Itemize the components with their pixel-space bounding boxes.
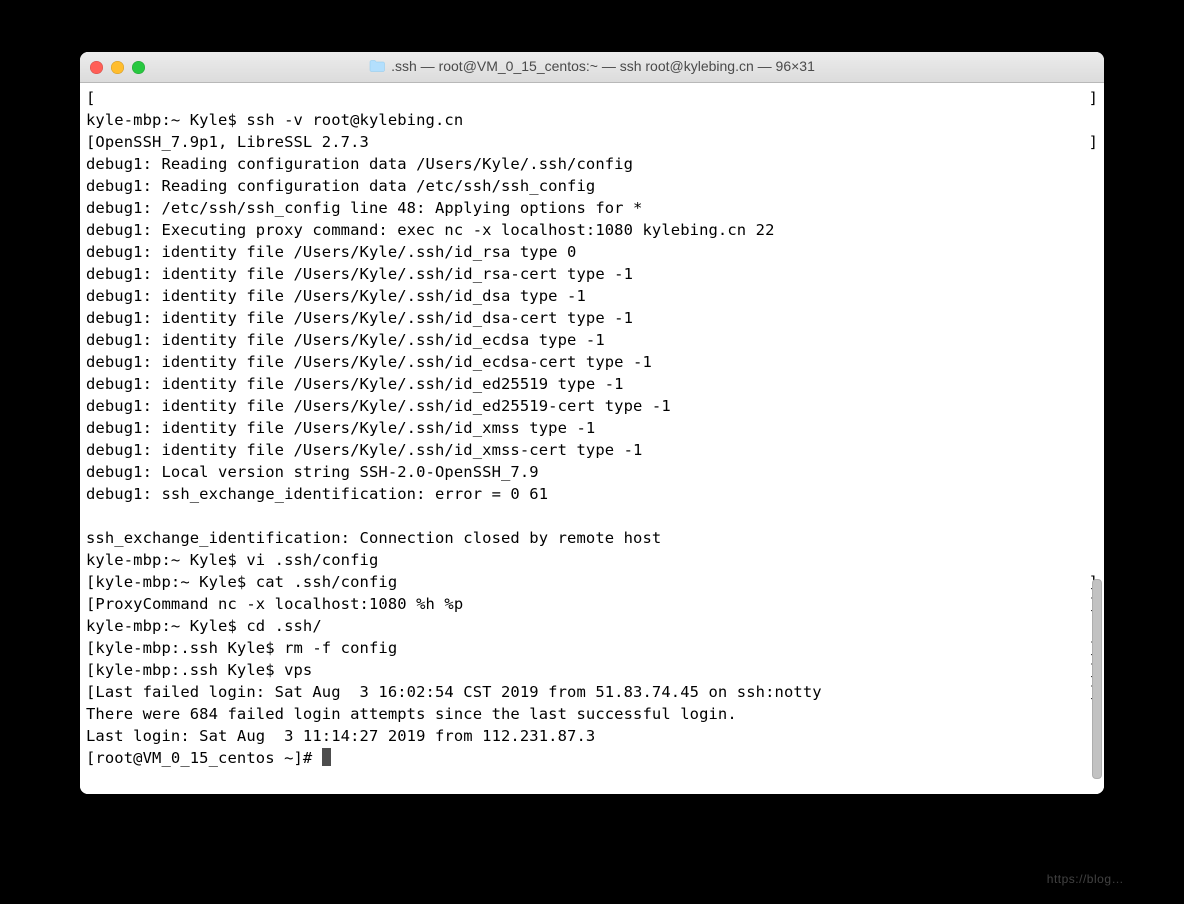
terminal-line: debug1: identity file /Users/Kyle/.ssh/i… bbox=[86, 395, 1098, 417]
terminal-line: [kyle-mbp:~ Kyle$ cat .ssh/config] bbox=[86, 571, 1098, 593]
folder-icon bbox=[369, 60, 385, 72]
terminal-line: Last login: Sat Aug 3 11:14:27 2019 from… bbox=[86, 725, 1098, 747]
terminal-line: debug1: identity file /Users/Kyle/.ssh/i… bbox=[86, 373, 1098, 395]
terminal-line: kyle-mbp:~ Kyle$ ssh -v root@kylebing.cn bbox=[86, 109, 1098, 131]
terminal-line: [Last failed login: Sat Aug 3 16:02:54 C… bbox=[86, 681, 1098, 703]
terminal-line: kyle-mbp:~ Kyle$ cd .ssh/ bbox=[86, 615, 1098, 637]
scrollbar-track[interactable] bbox=[1088, 83, 1104, 794]
terminal-line: There were 684 failed login attempts sin… bbox=[86, 703, 1098, 725]
traffic-lights bbox=[90, 61, 145, 74]
terminal-line: debug1: identity file /Users/Kyle/.ssh/i… bbox=[86, 241, 1098, 263]
terminal-line bbox=[86, 505, 1098, 527]
terminal-line: [ProxyCommand nc -x localhost:1080 %h %p… bbox=[86, 593, 1098, 615]
terminal-line: [kyle-mbp:.ssh Kyle$ vps] bbox=[86, 659, 1098, 681]
terminal-line: debug1: Reading configuration data /User… bbox=[86, 153, 1098, 175]
terminal-window: .ssh — root@VM_0_15_centos:~ — ssh root@… bbox=[80, 52, 1104, 794]
minimize-icon[interactable] bbox=[111, 61, 124, 74]
window-title-container: .ssh — root@VM_0_15_centos:~ — ssh root@… bbox=[80, 58, 1104, 77]
terminal-line: [] bbox=[86, 87, 1098, 109]
terminal-line: debug1: identity file /Users/Kyle/.ssh/i… bbox=[86, 439, 1098, 461]
terminal-line: debug1: identity file /Users/Kyle/.ssh/i… bbox=[86, 307, 1098, 329]
terminal-line: [OpenSSH_7.9p1, LibreSSL 2.7.3] bbox=[86, 131, 1098, 153]
terminal-line: debug1: identity file /Users/Kyle/.ssh/i… bbox=[86, 285, 1098, 307]
window-title: .ssh — root@VM_0_15_centos:~ — ssh root@… bbox=[391, 58, 815, 74]
terminal-line: kyle-mbp:~ Kyle$ vi .ssh/config bbox=[86, 549, 1098, 571]
terminal-line: debug1: ssh_exchange_identification: err… bbox=[86, 483, 1098, 505]
terminal-line: debug1: identity file /Users/Kyle/.ssh/i… bbox=[86, 329, 1098, 351]
scrollbar-thumb[interactable] bbox=[1092, 579, 1102, 779]
terminal-prompt[interactable]: [root@VM_0_15_centos ~]# bbox=[86, 747, 1098, 769]
terminal-body[interactable]: []kyle-mbp:~ Kyle$ ssh -v root@kylebing.… bbox=[80, 83, 1104, 794]
window-titlebar[interactable]: .ssh — root@VM_0_15_centos:~ — ssh root@… bbox=[80, 52, 1104, 83]
prompt-text: [root@VM_0_15_centos ~]# bbox=[86, 749, 322, 767]
zoom-icon[interactable] bbox=[132, 61, 145, 74]
terminal-line: [kyle-mbp:.ssh Kyle$ rm -f config] bbox=[86, 637, 1098, 659]
terminal-line: debug1: identity file /Users/Kyle/.ssh/i… bbox=[86, 417, 1098, 439]
terminal-line: ssh_exchange_identification: Connection … bbox=[86, 527, 1098, 549]
terminal-line: debug1: identity file /Users/Kyle/.ssh/i… bbox=[86, 263, 1098, 285]
terminal-line: debug1: Executing proxy command: exec nc… bbox=[86, 219, 1098, 241]
terminal-line: debug1: identity file /Users/Kyle/.ssh/i… bbox=[86, 351, 1098, 373]
terminal-output: []kyle-mbp:~ Kyle$ ssh -v root@kylebing.… bbox=[86, 87, 1098, 769]
terminal-line: debug1: Local version string SSH-2.0-Ope… bbox=[86, 461, 1098, 483]
terminal-line: debug1: Reading configuration data /etc/… bbox=[86, 175, 1098, 197]
watermark-text: https://blog… bbox=[1047, 872, 1124, 886]
terminal-line: debug1: /etc/ssh/ssh_config line 48: App… bbox=[86, 197, 1098, 219]
close-icon[interactable] bbox=[90, 61, 103, 74]
cursor-icon bbox=[322, 748, 331, 766]
